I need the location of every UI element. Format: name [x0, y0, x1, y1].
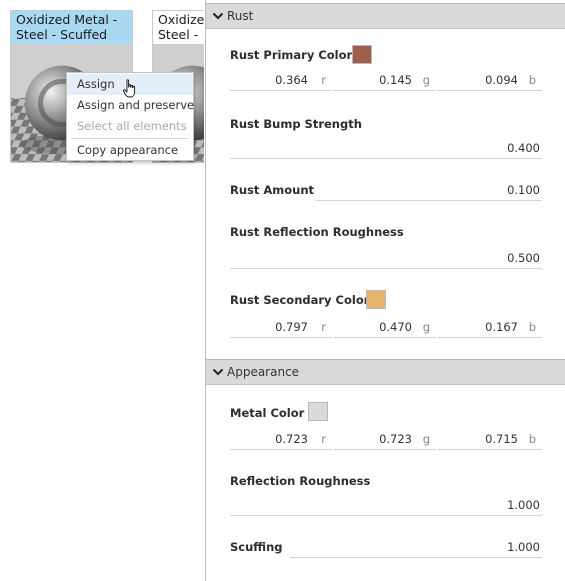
metal-color-swatch[interactable]	[308, 402, 328, 421]
menu-item-label: Copy appearance	[77, 143, 179, 157]
property-label: Scuffing	[230, 540, 283, 554]
rust-reflection-roughness-field[interactable]: 0.500	[230, 251, 542, 269]
section-title: Rust	[227, 9, 254, 23]
menu-item-label: Assign	[77, 77, 115, 91]
property-label: Rust Reflection Roughness	[230, 225, 404, 239]
rust-secondary-g-field[interactable]: 0.470 g	[334, 320, 436, 338]
property-label: Rust Bump Strength	[230, 117, 362, 131]
thumbnail-title: Oxidized Metal - Steel - Scuffed	[11, 11, 132, 44]
rust-primary-r-field[interactable]: 0.364 r	[230, 73, 332, 91]
rust-primary-b-field[interactable]: 0.094 b	[438, 73, 542, 91]
thumbnail-title: Oxidize Steel -	[153, 11, 204, 44]
menu-item-select-all-elements: Select all elements	[67, 116, 193, 137]
property-label: Metal Color	[230, 406, 305, 420]
chevron-down-icon	[212, 12, 224, 20]
rust-primary-color-swatch[interactable]	[352, 45, 372, 64]
rust-secondary-b-field[interactable]: 0.167 b	[438, 320, 542, 338]
rust-primary-g-field[interactable]: 0.145 g	[334, 73, 436, 91]
property-label: Reflection Roughness	[230, 474, 371, 488]
menu-item-assign-and-preserve[interactable]: Assign and preserve	[67, 95, 195, 116]
context-menu: Assign Assign and preserve Select all el…	[66, 72, 194, 161]
menu-item-label: Assign and preserve	[77, 98, 195, 112]
menu-separator	[71, 138, 189, 139]
scuffing-field[interactable]: 1.000	[290, 540, 542, 558]
chevron-down-icon	[212, 368, 224, 376]
property-label: Rust Amount	[230, 183, 315, 197]
section-title: Appearance	[227, 365, 300, 379]
rust-secondary-r-field[interactable]: 0.797 r	[230, 320, 332, 338]
property-label: Rust Primary Color	[230, 48, 353, 62]
menu-item-assign[interactable]: Assign	[67, 74, 193, 98]
rust-bump-strength-field[interactable]: 0.400	[230, 141, 542, 159]
menu-item-copy-appearance[interactable]: Copy appearance	[67, 140, 193, 161]
reflection-roughness-field[interactable]: 1.000	[230, 498, 542, 516]
menu-item-label: Select all elements	[77, 119, 187, 133]
property-label: Rust Secondary Color	[230, 293, 370, 307]
rust-amount-field[interactable]: 0.100	[316, 183, 542, 201]
properties-panel: Rust Rust Primary Color 0.364 r 0.145 g 0.…	[205, 0, 565, 581]
metal-color-r-field[interactable]: 0.723 r	[230, 432, 332, 450]
metal-color-b-field[interactable]: 0.715 b	[438, 432, 542, 450]
section-header-appearance[interactable]: Appearance	[206, 359, 565, 385]
metal-color-g-field[interactable]: 0.723 g	[334, 432, 436, 450]
rust-secondary-color-swatch[interactable]	[366, 290, 386, 309]
section-header-rust[interactable]: Rust	[206, 3, 565, 29]
